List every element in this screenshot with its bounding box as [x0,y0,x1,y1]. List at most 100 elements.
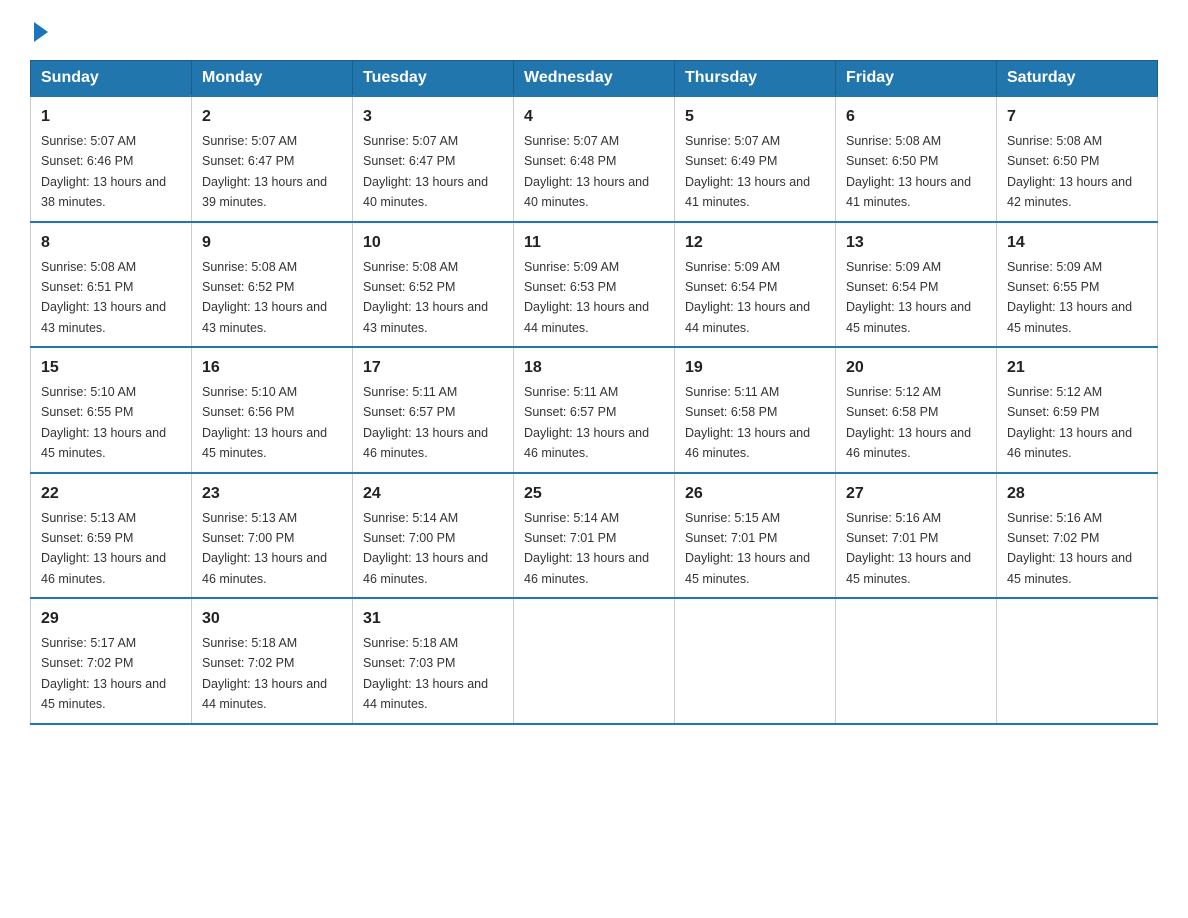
day-number: 17 [363,356,503,380]
day-info: Sunrise: 5:08 AMSunset: 6:50 PMDaylight:… [1007,134,1132,209]
calendar-cell [997,598,1158,724]
day-number: 13 [846,231,986,255]
header-saturday: Saturday [997,61,1158,97]
day-number: 19 [685,356,825,380]
day-number: 16 [202,356,342,380]
day-number: 2 [202,105,342,129]
day-info: Sunrise: 5:13 AMSunset: 6:59 PMDaylight:… [41,511,166,586]
logo [30,20,48,40]
day-info: Sunrise: 5:07 AMSunset: 6:47 PMDaylight:… [363,134,488,209]
calendar-cell: 22 Sunrise: 5:13 AMSunset: 6:59 PMDaylig… [31,473,192,599]
day-info: Sunrise: 5:08 AMSunset: 6:52 PMDaylight:… [202,260,327,335]
day-number: 25 [524,482,664,506]
logo-arrow-icon [34,22,48,42]
day-number: 24 [363,482,503,506]
day-info: Sunrise: 5:10 AMSunset: 6:56 PMDaylight:… [202,385,327,460]
calendar-week-5: 29 Sunrise: 5:17 AMSunset: 7:02 PMDaylig… [31,598,1158,724]
day-number: 3 [363,105,503,129]
day-info: Sunrise: 5:16 AMSunset: 7:01 PMDaylight:… [846,511,971,586]
day-info: Sunrise: 5:09 AMSunset: 6:54 PMDaylight:… [685,260,810,335]
day-number: 26 [685,482,825,506]
day-number: 31 [363,607,503,631]
calendar-week-1: 1 Sunrise: 5:07 AMSunset: 6:46 PMDayligh… [31,96,1158,222]
calendar-cell: 8 Sunrise: 5:08 AMSunset: 6:51 PMDayligh… [31,222,192,348]
day-number: 10 [363,231,503,255]
day-info: Sunrise: 5:10 AMSunset: 6:55 PMDaylight:… [41,385,166,460]
day-info: Sunrise: 5:15 AMSunset: 7:01 PMDaylight:… [685,511,810,586]
day-info: Sunrise: 5:12 AMSunset: 6:59 PMDaylight:… [1007,385,1132,460]
day-info: Sunrise: 5:07 AMSunset: 6:47 PMDaylight:… [202,134,327,209]
calendar-cell: 19 Sunrise: 5:11 AMSunset: 6:58 PMDaylig… [675,347,836,473]
day-info: Sunrise: 5:11 AMSunset: 6:57 PMDaylight:… [524,385,649,460]
day-number: 20 [846,356,986,380]
day-info: Sunrise: 5:16 AMSunset: 7:02 PMDaylight:… [1007,511,1132,586]
day-info: Sunrise: 5:07 AMSunset: 6:48 PMDaylight:… [524,134,649,209]
day-info: Sunrise: 5:11 AMSunset: 6:58 PMDaylight:… [685,385,810,460]
day-number: 8 [41,231,181,255]
day-info: Sunrise: 5:11 AMSunset: 6:57 PMDaylight:… [363,385,488,460]
day-info: Sunrise: 5:12 AMSunset: 6:58 PMDaylight:… [846,385,971,460]
calendar-cell: 12 Sunrise: 5:09 AMSunset: 6:54 PMDaylig… [675,222,836,348]
page-header [30,20,1158,40]
day-info: Sunrise: 5:13 AMSunset: 7:00 PMDaylight:… [202,511,327,586]
header-monday: Monday [192,61,353,97]
calendar-cell: 16 Sunrise: 5:10 AMSunset: 6:56 PMDaylig… [192,347,353,473]
day-info: Sunrise: 5:08 AMSunset: 6:51 PMDaylight:… [41,260,166,335]
day-info: Sunrise: 5:07 AMSunset: 6:46 PMDaylight:… [41,134,166,209]
calendar-cell: 18 Sunrise: 5:11 AMSunset: 6:57 PMDaylig… [514,347,675,473]
calendar-cell: 15 Sunrise: 5:10 AMSunset: 6:55 PMDaylig… [31,347,192,473]
day-number: 9 [202,231,342,255]
calendar-cell: 17 Sunrise: 5:11 AMSunset: 6:57 PMDaylig… [353,347,514,473]
day-info: Sunrise: 5:07 AMSunset: 6:49 PMDaylight:… [685,134,810,209]
calendar-cell: 6 Sunrise: 5:08 AMSunset: 6:50 PMDayligh… [836,96,997,222]
day-info: Sunrise: 5:14 AMSunset: 7:01 PMDaylight:… [524,511,649,586]
day-number: 23 [202,482,342,506]
calendar-cell: 25 Sunrise: 5:14 AMSunset: 7:01 PMDaylig… [514,473,675,599]
day-number: 18 [524,356,664,380]
day-number: 22 [41,482,181,506]
day-info: Sunrise: 5:18 AMSunset: 7:03 PMDaylight:… [363,636,488,711]
day-number: 5 [685,105,825,129]
calendar-cell: 1 Sunrise: 5:07 AMSunset: 6:46 PMDayligh… [31,96,192,222]
calendar-cell: 27 Sunrise: 5:16 AMSunset: 7:01 PMDaylig… [836,473,997,599]
day-number: 30 [202,607,342,631]
calendar-cell: 30 Sunrise: 5:18 AMSunset: 7:02 PMDaylig… [192,598,353,724]
header-friday: Friday [836,61,997,97]
day-number: 1 [41,105,181,129]
calendar-cell: 7 Sunrise: 5:08 AMSunset: 6:50 PMDayligh… [997,96,1158,222]
calendar-cell: 13 Sunrise: 5:09 AMSunset: 6:54 PMDaylig… [836,222,997,348]
day-info: Sunrise: 5:09 AMSunset: 6:53 PMDaylight:… [524,260,649,335]
day-number: 6 [846,105,986,129]
calendar-cell: 11 Sunrise: 5:09 AMSunset: 6:53 PMDaylig… [514,222,675,348]
calendar-table: SundayMondayTuesdayWednesdayThursdayFrid… [30,60,1158,725]
calendar-cell: 3 Sunrise: 5:07 AMSunset: 6:47 PMDayligh… [353,96,514,222]
day-number: 15 [41,356,181,380]
calendar-cell: 20 Sunrise: 5:12 AMSunset: 6:58 PMDaylig… [836,347,997,473]
calendar-cell: 14 Sunrise: 5:09 AMSunset: 6:55 PMDaylig… [997,222,1158,348]
calendar-cell: 24 Sunrise: 5:14 AMSunset: 7:00 PMDaylig… [353,473,514,599]
calendar-cell [514,598,675,724]
day-number: 29 [41,607,181,631]
calendar-cell: 9 Sunrise: 5:08 AMSunset: 6:52 PMDayligh… [192,222,353,348]
calendar-cell: 23 Sunrise: 5:13 AMSunset: 7:00 PMDaylig… [192,473,353,599]
calendar-week-4: 22 Sunrise: 5:13 AMSunset: 6:59 PMDaylig… [31,473,1158,599]
calendar-cell: 29 Sunrise: 5:17 AMSunset: 7:02 PMDaylig… [31,598,192,724]
calendar-header-row: SundayMondayTuesdayWednesdayThursdayFrid… [31,61,1158,97]
calendar-week-2: 8 Sunrise: 5:08 AMSunset: 6:51 PMDayligh… [31,222,1158,348]
calendar-cell: 2 Sunrise: 5:07 AMSunset: 6:47 PMDayligh… [192,96,353,222]
day-info: Sunrise: 5:14 AMSunset: 7:00 PMDaylight:… [363,511,488,586]
header-wednesday: Wednesday [514,61,675,97]
day-info: Sunrise: 5:17 AMSunset: 7:02 PMDaylight:… [41,636,166,711]
calendar-cell: 10 Sunrise: 5:08 AMSunset: 6:52 PMDaylig… [353,222,514,348]
calendar-cell: 31 Sunrise: 5:18 AMSunset: 7:03 PMDaylig… [353,598,514,724]
calendar-cell: 4 Sunrise: 5:07 AMSunset: 6:48 PMDayligh… [514,96,675,222]
calendar-cell [836,598,997,724]
day-number: 12 [685,231,825,255]
day-info: Sunrise: 5:09 AMSunset: 6:55 PMDaylight:… [1007,260,1132,335]
day-number: 11 [524,231,664,255]
day-number: 7 [1007,105,1147,129]
header-tuesday: Tuesday [353,61,514,97]
calendar-cell: 21 Sunrise: 5:12 AMSunset: 6:59 PMDaylig… [997,347,1158,473]
day-number: 21 [1007,356,1147,380]
calendar-cell: 26 Sunrise: 5:15 AMSunset: 7:01 PMDaylig… [675,473,836,599]
